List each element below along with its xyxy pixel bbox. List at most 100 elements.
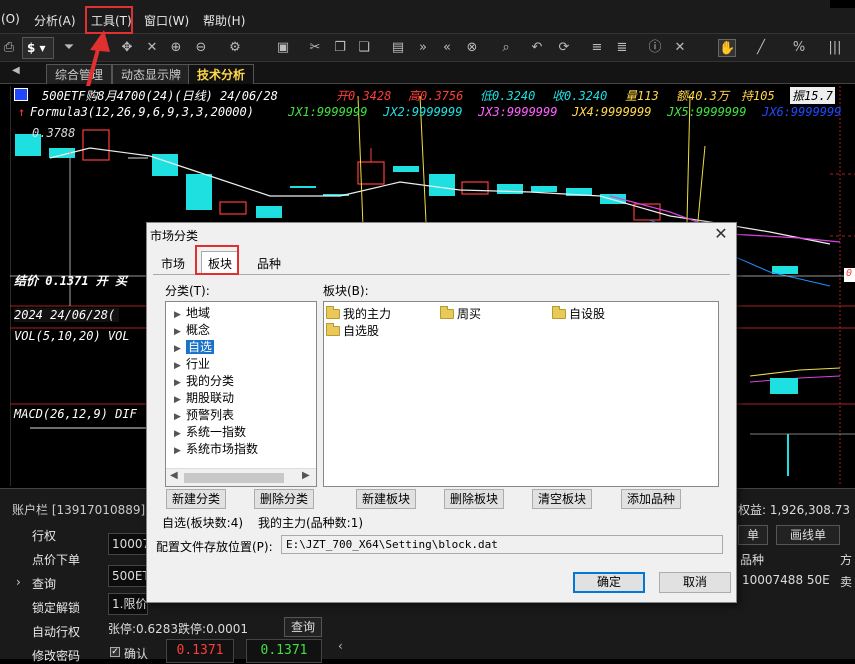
scroll-thumb[interactable] [184,473,284,483]
chevron-right-icon: › [16,575,21,589]
close-icon[interactable]: ✕ [712,225,730,243]
bars-icon[interactable]: ||| [826,39,844,57]
hand-icon[interactable]: ✋ [718,39,736,57]
jx1-label: JX1:9999999 [288,105,368,119]
jx4-label: JX4:9999999 [572,105,652,119]
tree-expand-icon: ▶ [174,310,181,320]
menu-item-analysis[interactable]: 分析(A) [34,12,76,29]
view-tab-bar: ◀ 综合管理 动态显示牌 技术分析 [0,62,855,84]
new-block-button[interactable]: 新建板块 [356,489,416,509]
tab-scroll-left-icon[interactable]: ◀ [12,65,20,76]
currency-selector[interactable]: $ ▾ [22,37,54,59]
cut-icon[interactable]: ✂ [306,39,324,57]
tree-item-industry[interactable]: ▶ 行业 [174,355,210,372]
add-product-button[interactable]: 添加品种 [621,489,681,509]
block-item-weekly-buy[interactable]: 周买 [440,305,481,322]
tree-item-region[interactable]: ▶ 地域 [174,304,210,321]
order-button[interactable]: 单 [738,525,768,545]
stop-icon[interactable]: ⊗ [463,39,481,57]
forward-icon[interactable]: » [414,39,432,57]
chart-close: 收0.3240 [552,89,608,103]
annotation-box-block-tab [195,245,239,275]
tab-product[interactable]: 品种 [251,254,287,275]
window-corner [830,0,855,8]
new-category-button[interactable]: 新建分类 [166,489,226,509]
block-item-custom-stocks[interactable]: 自设股 [552,305,605,322]
formula-label: Formula3(12,26,9,6,9,3,3,20000) [30,105,254,119]
menu-item-help[interactable]: 帮助(H) [203,12,245,29]
image-icon[interactable]: ▤ [389,39,407,57]
list-alt-icon[interactable]: ≣ [613,39,631,57]
percent-icon[interactable]: % [790,39,808,57]
list-icon[interactable]: ≡ [588,39,606,57]
delete-category-button[interactable]: 删除分类 [254,489,314,509]
cancel-button[interactable]: 取消 [659,572,731,593]
close-icon[interactable]: ✕ [671,39,689,57]
limit-text: 张停:0.6283跌停:0.0001 [108,622,249,636]
tree-item-system-index[interactable]: ▶ 系统一指数 [174,423,246,440]
crosshair-icon[interactable]: ✕ [143,39,161,57]
collapse-left-icon[interactable]: ‹ [338,639,343,653]
menu-point-order[interactable]: 点价下单 [32,551,80,568]
gear-icon[interactable]: ⚙ [226,39,244,57]
paste-icon[interactable]: ❏ [355,39,373,57]
print-icon[interactable]: ⎙ [0,39,18,57]
ask-price-button[interactable]: 0.1371 [246,639,322,663]
chart-volume: 量113 [625,89,659,103]
block-label: 板块(B): [323,284,369,298]
position-row-code[interactable]: 10007488 50ETF [742,573,830,587]
block-item-my-main[interactable]: 我的主力 [326,305,391,322]
scroll-left-icon[interactable]: ◀ [170,470,178,481]
category-tree[interactable]: ▶ 地域 ▶ 概念 ▶ 自选 ▶ 行业 ▶ 我的分类 ▶ 期股联动 ▶ 预警列表 ▶ 系统一指数… [165,301,317,487]
menu-item-o[interactable]: (O) [1,12,20,26]
search-icon[interactable]: ⌕ [497,39,515,57]
query-button[interactable]: 查询 [284,617,322,637]
config-path-field[interactable]: E:\JZT_700_X64\Setting\block.dat [281,535,723,554]
zoom-out-icon[interactable]: ⊖ [192,39,210,57]
delete-block-button[interactable]: 删除板块 [444,489,504,509]
back-icon[interactable]: « [438,39,456,57]
confirm-checkbox[interactable]: ✓ [110,647,120,657]
block-item-watchlist-stocks[interactable]: 自选股 [326,322,379,339]
jx2-label: JX2:9999999 [383,105,463,119]
tree-horizontal-scrollbar[interactable]: ◀ ▶ [166,468,316,486]
tree-expand-icon: ▶ [174,446,181,456]
equity-value: 权益: 1,926,308.73 [738,503,851,517]
block-list[interactable]: 我的主力 周买 自设股 自选股 [323,301,719,487]
scroll-right-icon[interactable]: ▶ [302,470,310,481]
price-type-select[interactable]: 1.限价 [108,593,148,615]
ok-button[interactable]: 确定 [573,572,645,593]
tree-item-watchlist[interactable]: ▶ 自选 [174,338,215,355]
line-icon[interactable]: ╱ [752,39,770,57]
chart-period-selector[interactable] [14,88,28,101]
tab-technical-analysis[interactable]: 技术分析 [188,64,255,84]
zoom-in-icon[interactable]: ⊕ [167,39,185,57]
menu-change-password[interactable]: 修改密码 [32,647,80,664]
contract-code-field[interactable]: 1000748 [108,533,148,555]
menu-exercise[interactable]: 行权 [32,527,56,544]
save-icon[interactable]: ▣ [274,39,292,57]
draw-line-order-button[interactable]: 画线单 [776,525,840,545]
copy-icon[interactable]: ❐ [331,39,349,57]
move-icon[interactable]: ✥ [118,39,136,57]
clear-block-button[interactable]: 清空板块 [532,489,592,509]
info-icon[interactable]: ⓘ [646,39,664,57]
tab-dynamic-board[interactable]: 动态显示牌 [112,64,191,84]
undo-icon[interactable]: ↶ [528,39,546,57]
tree-expand-icon: ▶ [174,429,181,439]
tree-item-my-categories[interactable]: ▶ 我的分类 [174,372,234,389]
tree-item-alert-list[interactable]: ▶ 预警列表 [174,406,234,423]
menu-lock-unlock[interactable]: 锁定解锁 [32,599,80,616]
tab-market[interactable]: 市场 [155,254,191,275]
refresh-icon[interactable]: ⟳ [555,39,573,57]
tree-item-futures-stock-link[interactable]: ▶ 期股联动 [174,389,234,406]
settle-text: 结价 0.1371 开 买 [14,274,128,288]
tree-item-system-market-index[interactable]: ▶ 系统市场指数 [174,440,258,457]
menu-query[interactable]: 查询 [32,575,56,592]
menu-item-window[interactable]: 窗口(W) [144,12,189,29]
bid-price-button[interactable]: 0.1371 [166,639,234,663]
tree-item-concept[interactable]: ▶ 概念 [174,321,210,338]
menu-auto-exercise[interactable]: 自动行权 [32,623,80,640]
contract-name-field[interactable]: 500ETF [108,565,148,587]
date-band: 2024 24/06/28( [14,308,120,322]
